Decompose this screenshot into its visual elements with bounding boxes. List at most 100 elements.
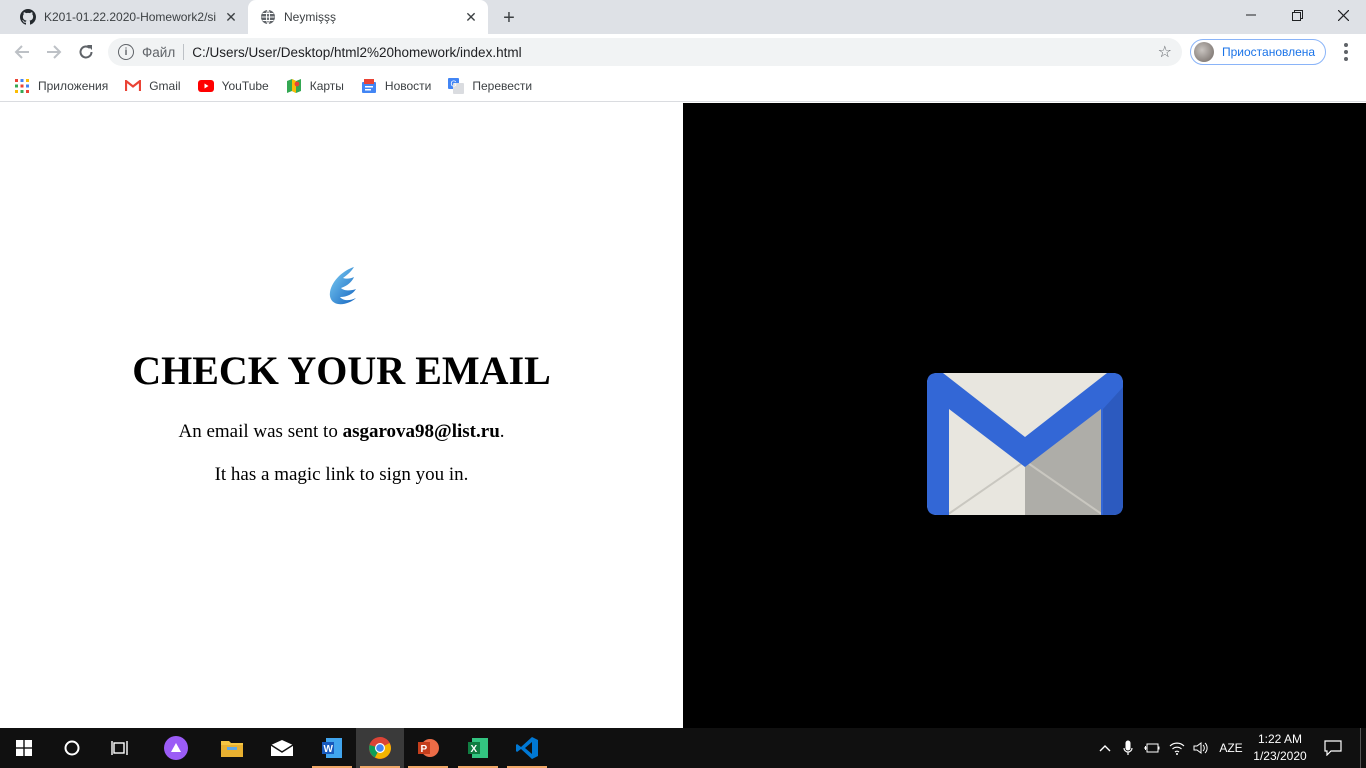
- apps-grid-icon: [14, 78, 30, 94]
- reload-button[interactable]: [72, 38, 100, 66]
- github-icon: [20, 9, 36, 25]
- windows-taskbar: W P X AZE 1:22 AM 1/23/2020: [0, 728, 1366, 768]
- vscode-button[interactable]: [503, 728, 551, 768]
- chevron-up-icon: [1099, 745, 1111, 752]
- svg-text:G: G: [451, 79, 457, 88]
- back-arrow-icon: [14, 45, 29, 59]
- magic-link-message: It has a magic link to sign you in.: [214, 464, 469, 485]
- word-icon: W: [322, 738, 342, 758]
- bookmark-maps[interactable]: Карты: [286, 78, 344, 94]
- bookmark-youtube[interactable]: YouTube: [197, 78, 269, 94]
- svg-text:X: X: [471, 744, 478, 755]
- url-text[interactable]: C:/Users/User/Desktop/html2%20homework/i…: [192, 45, 521, 60]
- start-button[interactable]: [0, 728, 48, 768]
- excel-icon: X: [468, 738, 488, 758]
- close-icon[interactable]: ✕: [222, 8, 240, 26]
- alice-button[interactable]: [152, 728, 200, 768]
- close-icon[interactable]: ✕: [462, 8, 480, 26]
- chrome-icon: [369, 737, 391, 759]
- action-center-icon: [1324, 740, 1342, 756]
- file-scheme-label: Файл: [142, 44, 176, 60]
- notifications-button[interactable]: [1318, 728, 1348, 768]
- cortana-icon: [64, 740, 80, 756]
- vscode-icon: [516, 737, 538, 759]
- forward-arrow-icon: [47, 45, 62, 59]
- minimize-icon: [1246, 14, 1256, 16]
- envelope-icon: [927, 373, 1123, 515]
- news-icon: [361, 78, 377, 94]
- youtube-icon: [197, 78, 214, 94]
- show-hidden-icons-button[interactable]: [1094, 728, 1116, 768]
- kebab-menu-icon[interactable]: [1336, 40, 1356, 64]
- back-button[interactable]: [8, 38, 36, 66]
- sent-message: An email was sent to asgarova98@list.ru.: [0, 421, 683, 443]
- message-pane: CHECK YOUR EMAIL An email was sent to as…: [0, 103, 683, 728]
- mail-button[interactable]: [258, 728, 306, 768]
- illustration-pane: [683, 103, 1366, 728]
- word-button[interactable]: W: [308, 728, 356, 768]
- restore-icon: [1291, 9, 1303, 21]
- bookmark-star-icon[interactable]: ☆: [1158, 42, 1172, 62]
- cortana-button[interactable]: [48, 728, 96, 768]
- bookmark-news[interactable]: Новости: [361, 78, 431, 94]
- tab-strip: K201-01.22.2020-Homework2/si ✕ Neymişşş …: [0, 0, 1366, 34]
- wing-logo-icon: [329, 267, 356, 305]
- alice-icon: [164, 736, 188, 760]
- restore-button[interactable]: [1274, 0, 1320, 30]
- battery-icon[interactable]: [1142, 728, 1162, 768]
- language-indicator[interactable]: AZE: [1214, 728, 1248, 768]
- info-icon[interactable]: i: [118, 44, 134, 60]
- wifi-icon[interactable]: [1166, 728, 1188, 768]
- tab-title: K201-01.22.2020-Homework2/si: [44, 10, 217, 24]
- reload-icon: [79, 45, 93, 59]
- maps-icon: [286, 78, 302, 94]
- bookmark-label: Карты: [309, 78, 344, 93]
- profile-button[interactable]: Приостановлена: [1190, 39, 1326, 65]
- powerpoint-icon: P: [418, 739, 439, 757]
- file-explorer-button[interactable]: [208, 728, 256, 768]
- bookmark-gmail[interactable]: Gmail: [125, 78, 181, 94]
- bookmark-label: Перевести: [472, 78, 533, 93]
- minimize-button[interactable]: [1228, 0, 1274, 30]
- bookmark-label: Приложения: [38, 78, 109, 93]
- task-view-icon: [111, 741, 128, 755]
- svg-text:P: P: [421, 744, 428, 755]
- page-title: CHECK YOUR EMAIL: [132, 348, 551, 393]
- bookmark-label: Новости: [384, 78, 432, 93]
- system-clock[interactable]: 1:22 AM 1/23/2020: [1248, 731, 1312, 765]
- tab-neymisss[interactable]: Neymişşş ✕: [248, 0, 488, 34]
- globe-icon: [260, 9, 276, 25]
- close-window-button[interactable]: [1320, 0, 1366, 30]
- profile-status-label: Приостановлена: [1222, 45, 1316, 59]
- chrome-button[interactable]: [356, 728, 404, 768]
- start-icon: [16, 740, 32, 756]
- tab-title: Neymişşş: [284, 10, 337, 24]
- forward-button[interactable]: [40, 38, 68, 66]
- microphone-icon[interactable]: [1118, 728, 1138, 768]
- bookmark-label: Gmail: [149, 78, 181, 93]
- task-view-button[interactable]: [96, 728, 144, 768]
- clock-time: 1:22 AM: [1257, 732, 1303, 746]
- address-separator: [183, 44, 185, 60]
- address-bar[interactable]: i Файл C:/Users/User/Desktop/html2%20hom…: [108, 38, 1182, 66]
- email-address: asgarova98@list.ru: [342, 421, 500, 442]
- sent-prefix: An email was sent to: [178, 421, 343, 442]
- bookmark-translate[interactable]: G Перевести: [448, 77, 533, 94]
- bookmark-label: YouTube: [221, 78, 269, 93]
- tab-homework[interactable]: K201-01.22.2020-Homework2/si ✕: [8, 0, 248, 34]
- svg-text:W: W: [324, 744, 334, 755]
- volume-icon[interactable]: [1190, 728, 1212, 768]
- close-icon: [1337, 9, 1349, 21]
- powerpoint-button[interactable]: P: [404, 728, 452, 768]
- gmail-icon: [125, 78, 142, 94]
- web-page: CHECK YOUR EMAIL An email was sent to as…: [0, 103, 1366, 728]
- file-explorer-icon: [221, 741, 243, 757]
- bookmark-apps[interactable]: Приложения: [14, 78, 108, 94]
- avatar: [1194, 42, 1214, 62]
- new-tab-button[interactable]: +: [498, 7, 520, 29]
- excel-button[interactable]: X: [454, 728, 502, 768]
- translate-icon: G: [448, 77, 465, 94]
- show-desktop-button[interactable]: [1360, 728, 1366, 768]
- clock-date: 1/23/2020: [1253, 749, 1307, 763]
- mail-icon: [270, 740, 294, 756]
